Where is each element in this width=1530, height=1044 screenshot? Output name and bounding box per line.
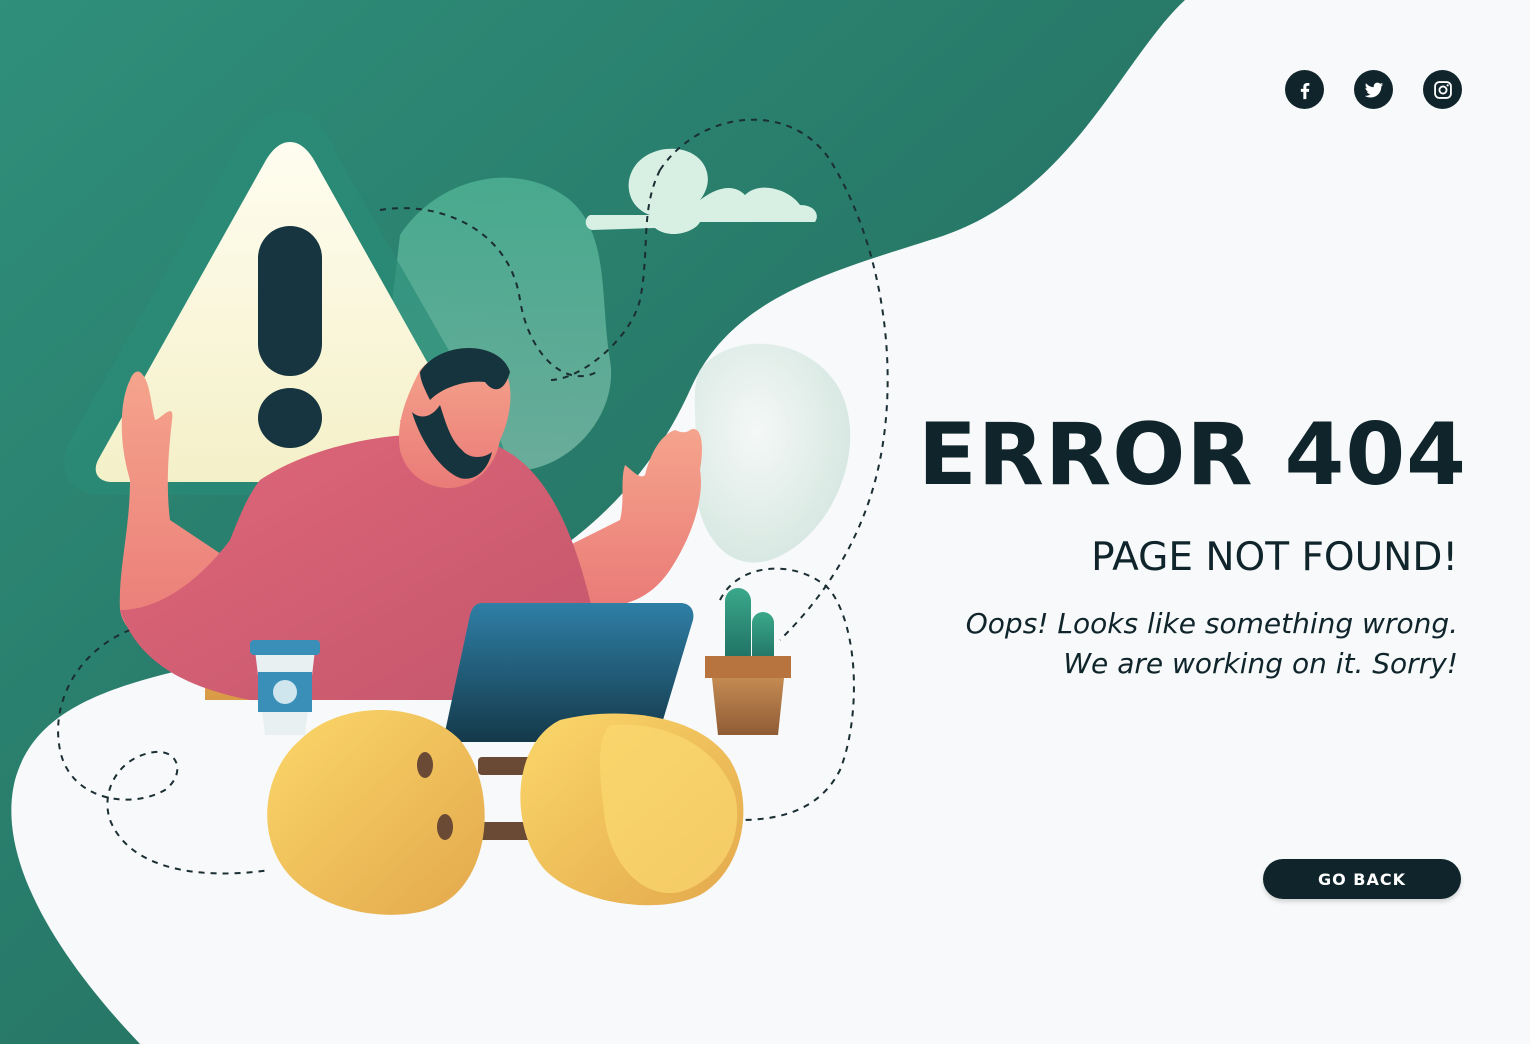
error-title: ERROR 404: [918, 405, 1467, 505]
twitter-icon: [1364, 82, 1383, 98]
socket-hole-bottom: [437, 814, 453, 840]
socket: [267, 710, 485, 915]
error-message-line-1: Oops! Looks like something wrong.: [965, 607, 1458, 640]
facebook-button[interactable]: [1285, 70, 1324, 109]
coffee-cup-logo: [273, 680, 297, 704]
coffee-cup-lid: [250, 640, 320, 655]
pale-bubble: [694, 343, 851, 563]
social-links: [1285, 70, 1462, 109]
plant-pot-rim: [705, 656, 791, 678]
twitter-button[interactable]: [1354, 70, 1393, 109]
exclamation-bar: [258, 226, 322, 376]
exclamation-dot: [258, 388, 322, 448]
plant-pot: [712, 678, 784, 735]
go-back-button[interactable]: GO BACK: [1263, 859, 1461, 899]
error-subtitle: PAGE NOT FOUND!: [1091, 535, 1458, 580]
instagram-button[interactable]: [1423, 70, 1462, 109]
instagram-icon: [1433, 80, 1452, 99]
error-message-line-2: We are working on it. Sorry!: [1063, 647, 1458, 680]
error-message: Oops! Looks like something wrong. We are…: [966, 604, 1458, 684]
facebook-icon: [1300, 82, 1309, 99]
socket-hole-top: [417, 752, 433, 778]
